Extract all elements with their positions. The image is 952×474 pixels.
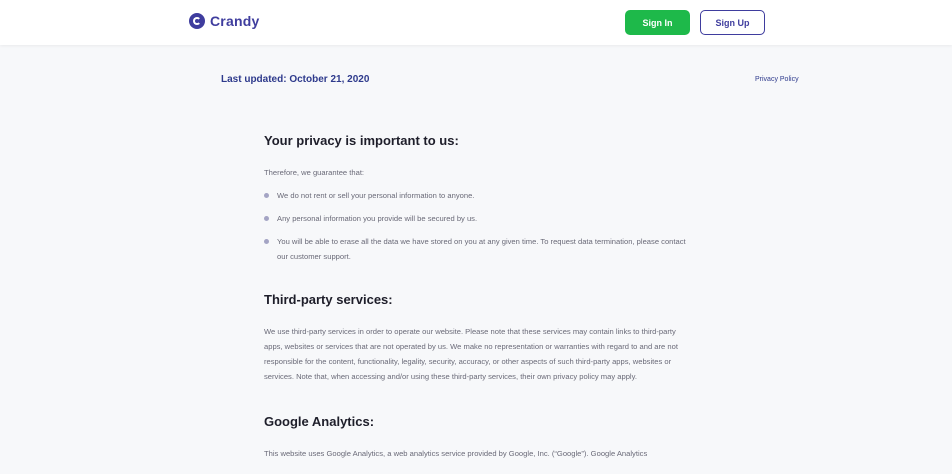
bullet-dot-icon — [264, 193, 269, 198]
sign-up-button[interactable]: Sign Up — [700, 10, 765, 35]
brand-name: Crandy — [210, 13, 260, 29]
brand-logo[interactable]: Crandy — [189, 13, 259, 29]
privacy-intro: Therefore, we guarantee that: — [264, 168, 365, 177]
sign-in-button[interactable]: Sign In — [625, 10, 690, 35]
bullet-dot-icon — [264, 239, 269, 244]
list-item: You will be able to erase all the data w… — [264, 234, 694, 264]
breadcrumb-privacy-policy[interactable]: Privacy Policy — [755, 76, 799, 83]
list-item: Any personal information you provide wil… — [264, 211, 694, 226]
list-item-text: Any personal information you provide wil… — [277, 214, 478, 223]
bullet-dot-icon — [264, 216, 269, 221]
list-item: We do not rent or sell your personal inf… — [264, 188, 694, 203]
section-title-google-analytics: Google Analytics: — [264, 414, 375, 429]
list-item-text: You will be able to erase all the data w… — [277, 237, 686, 261]
top-header: Crandy Sign In Sign Up — [0, 0, 952, 45]
google-analytics-paragraph: This website uses Google Analytics, a we… — [264, 449, 648, 458]
third-party-paragraph: We use third-party services in order to … — [264, 327, 678, 381]
brand-c-icon — [189, 13, 205, 29]
list-item-text: We do not rent or sell your personal inf… — [277, 191, 475, 200]
guarantee-list: We do not rent or sell your personal inf… — [264, 188, 694, 264]
section-title-privacy: Your privacy is important to us: — [264, 133, 459, 148]
policy-content: Your privacy is important to us: Therefo… — [264, 132, 694, 461]
section-title-third-party: Third-party services: — [264, 292, 393, 307]
last-updated: Last updated: October 21, 2020 — [221, 74, 370, 85]
